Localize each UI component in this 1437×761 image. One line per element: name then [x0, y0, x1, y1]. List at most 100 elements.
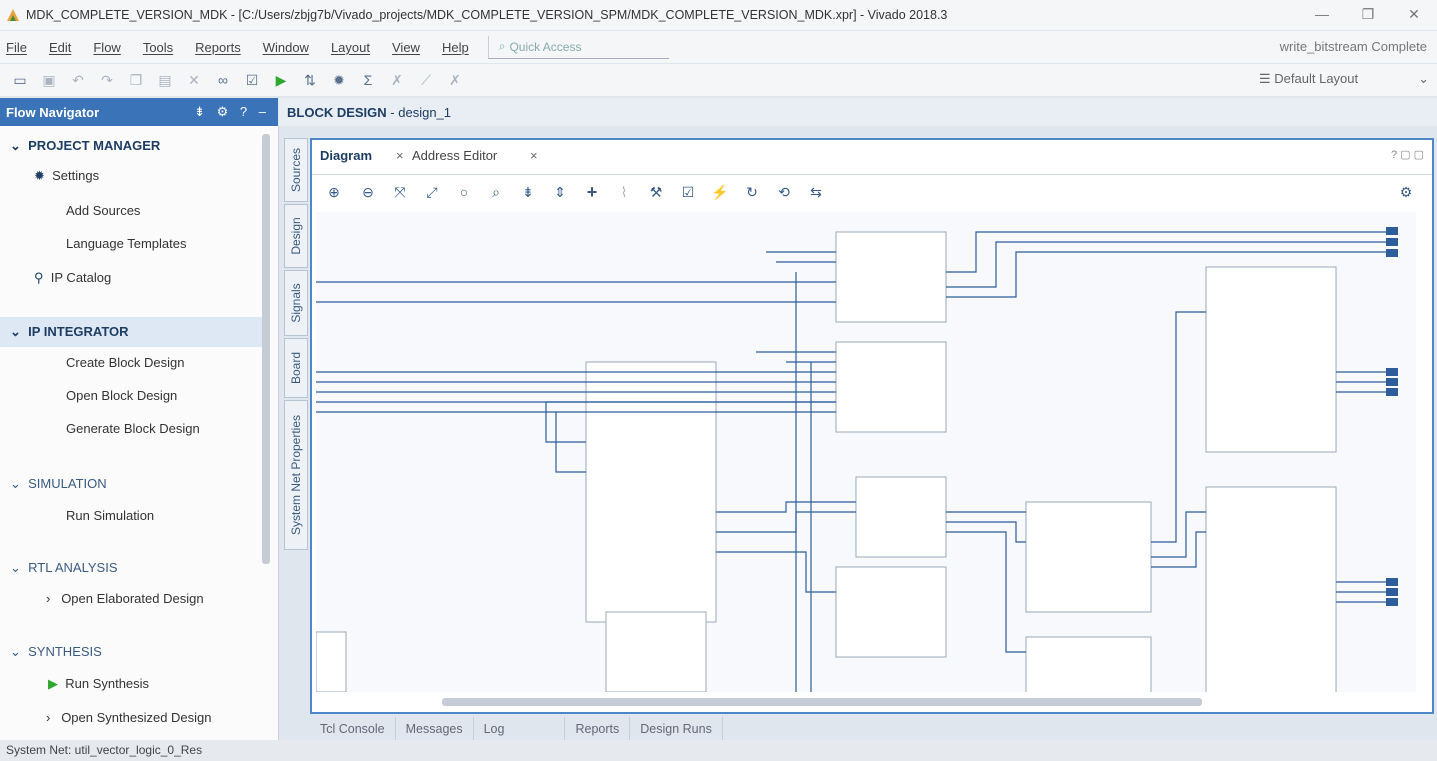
- zoom-in-icon[interactable]: ⊕: [324, 182, 344, 202]
- ip-block-timer-0: [1025, 501, 1152, 613]
- fn-item-generate-block-design[interactable]: Generate Block Design: [66, 421, 200, 436]
- close-icon[interactable]: ×: [530, 148, 538, 163]
- panel-window-controls[interactable]: ? ▢ ▢: [1391, 148, 1424, 161]
- section-label: SIMULATION: [28, 476, 107, 491]
- tab-address-editor[interactable]: Address Editor: [412, 148, 497, 163]
- run-icon[interactable]: ▶: [272, 71, 290, 89]
- search-icon[interactable]: ⌕: [486, 182, 506, 202]
- optimize-routing-icon[interactable]: ⇆: [806, 182, 826, 202]
- flow-navigator-header: Flow Navigator ⇟ ⚙ ? –: [0, 98, 278, 126]
- quick-access-search[interactable]: ⌕ Quick Access: [487, 35, 669, 59]
- redo-icon[interactable]: ↷: [98, 71, 116, 89]
- layout-icon: ☰: [1259, 71, 1271, 86]
- autoconnect-icon[interactable]: ⚡: [710, 182, 730, 202]
- sigma-icon[interactable]: Σ: [359, 71, 377, 89]
- link-icon[interactable]: ∞: [214, 71, 232, 89]
- fn-item-create-block-design[interactable]: Create Block Design: [66, 355, 185, 370]
- side-tab-design[interactable]: Design: [284, 204, 308, 268]
- select-area-icon[interactable]: ○: [454, 182, 474, 202]
- fn-item-add-sources[interactable]: Add Sources: [66, 203, 140, 218]
- zoom-out-icon[interactable]: ⊖: [358, 182, 378, 202]
- menu-help[interactable]: Help: [431, 40, 480, 55]
- fit-selection-icon[interactable]: ⤢: [422, 182, 442, 202]
- delete-icon[interactable]: ✕: [185, 71, 203, 89]
- side-tab-signals[interactable]: Signals: [284, 270, 308, 336]
- tab-reports[interactable]: Reports: [565, 717, 631, 741]
- undo-icon[interactable]: ↶: [69, 71, 87, 89]
- paste-icon[interactable]: ▤: [156, 71, 174, 89]
- section-rtl-analysis[interactable]: ⌄ RTL ANALYSIS: [10, 560, 118, 576]
- cross-icon[interactable]: ✗: [446, 71, 464, 89]
- block-diagram: [316, 227, 1398, 692]
- menu-view[interactable]: View: [381, 40, 431, 55]
- flow-navigator-tools[interactable]: ⇟ ⚙ ? –: [194, 104, 270, 120]
- bottom-tabs: Tcl Console Messages Log Reports Design …: [310, 717, 1210, 741]
- flow-navigator-scrollbar[interactable]: [262, 134, 270, 564]
- side-tab-sources[interactable]: Sources: [284, 138, 308, 202]
- gear-icon[interactable]: ⚙: [1396, 182, 1416, 202]
- clear-icon[interactable]: ✗: [388, 71, 406, 89]
- quick-access-placeholder: Quick Access: [509, 39, 582, 54]
- tab-diagram[interactable]: Diagram: [320, 148, 372, 163]
- menu-edit[interactable]: Edit: [38, 40, 82, 55]
- collapse-icon[interactable]: ⇟: [518, 182, 538, 202]
- menu-flow[interactable]: Flow: [82, 40, 131, 55]
- fn-item-open-elaborated-design[interactable]: › Open Elaborated Design: [46, 591, 204, 606]
- close-button[interactable]: ✕: [1391, 0, 1437, 30]
- expand-icon[interactable]: ⇕: [550, 182, 570, 202]
- regenerate-layout-icon[interactable]: ⟲: [774, 182, 794, 202]
- settings-gear-icon[interactable]: ✹: [330, 71, 348, 89]
- diagram-tab-row: Diagram × Address Editor × ? ▢ ▢: [312, 140, 1432, 175]
- menu-window[interactable]: Window: [252, 40, 320, 55]
- section-synthesis[interactable]: ⌄ SYNTHESIS: [10, 644, 102, 660]
- fn-item-settings[interactable]: ✹ Settings: [34, 168, 99, 184]
- wrench-icon[interactable]: ⚒: [646, 182, 666, 202]
- side-tab-label: Sources: [289, 147, 303, 193]
- port-5: [1386, 388, 1398, 396]
- validate-icon[interactable]: ☑: [243, 71, 261, 89]
- save-icon[interactable]: ▣: [40, 71, 58, 89]
- connection-icon[interactable]: ⌇: [614, 182, 634, 202]
- block-design-header: BLOCK DESIGN - design_1: [279, 98, 1437, 126]
- tab-messages[interactable]: Messages: [396, 717, 474, 741]
- fn-item-open-synthesized-design[interactable]: › Open Synthesized Design: [46, 710, 212, 725]
- side-tab-system-net-properties[interactable]: System Net Properties: [284, 400, 308, 550]
- open-project-icon[interactable]: ▭: [11, 71, 29, 89]
- fn-item-ip-catalog[interactable]: ⚲ IP Catalog: [34, 270, 111, 286]
- flow-navigator-panel: ⌄ PROJECT MANAGER ✹ Settings Add Sources…: [0, 126, 279, 740]
- tab-design-runs[interactable]: Design Runs: [630, 717, 723, 741]
- refresh-icon[interactable]: ↻: [742, 182, 762, 202]
- menu-bar: File Edit Flow Tools Reports Window Layo…: [0, 31, 1437, 63]
- section-simulation[interactable]: ⌄ SIMULATION: [10, 476, 107, 492]
- side-tab-board[interactable]: Board: [284, 338, 308, 398]
- maximize-button[interactable]: ❐: [1345, 0, 1391, 30]
- port-6: [1386, 578, 1398, 586]
- close-icon[interactable]: ×: [396, 148, 404, 163]
- layout-select[interactable]: ☰ Default Layout ⌄: [1259, 68, 1429, 90]
- tab-log[interactable]: Log: [474, 717, 566, 741]
- ip-block-capture-pwm-2: [1205, 266, 1337, 453]
- chevron-down-icon: ⌄: [10, 138, 21, 153]
- diagram-horizontal-scrollbar[interactable]: [442, 698, 1202, 706]
- menu-layout[interactable]: Layout: [320, 40, 381, 55]
- fn-item-run-simulation[interactable]: Run Simulation: [66, 508, 154, 523]
- zoom-fit-icon[interactable]: ⤧: [390, 182, 410, 202]
- copy-icon[interactable]: ❐: [127, 71, 145, 89]
- chevron-right-icon: ›: [46, 710, 51, 725]
- tab-tcl-console[interactable]: Tcl Console: [310, 717, 396, 741]
- pin-icon[interactable]: ⟋: [417, 71, 435, 89]
- menu-reports[interactable]: Reports: [184, 40, 252, 55]
- block-diagram-canvas[interactable]: [316, 212, 1416, 692]
- section-ip-integrator[interactable]: ⌄ IP INTEGRATOR: [10, 324, 129, 340]
- fn-item-open-block-design[interactable]: Open Block Design: [66, 388, 177, 403]
- program-icon[interactable]: ⇅: [301, 71, 319, 89]
- section-project-manager[interactable]: ⌄ PROJECT MANAGER: [10, 138, 160, 154]
- fn-item-language-templates[interactable]: Language Templates: [66, 236, 186, 251]
- menu-tools[interactable]: Tools: [132, 40, 184, 55]
- fn-item-run-synthesis[interactable]: ▶ Run Synthesis: [48, 676, 149, 692]
- chevron-right-icon: ›: [46, 591, 51, 606]
- minimize-button[interactable]: —: [1299, 0, 1345, 30]
- validate-design-icon[interactable]: ☑: [678, 182, 698, 202]
- menu-file[interactable]: File: [0, 40, 38, 55]
- add-ip-icon[interactable]: +: [582, 182, 602, 202]
